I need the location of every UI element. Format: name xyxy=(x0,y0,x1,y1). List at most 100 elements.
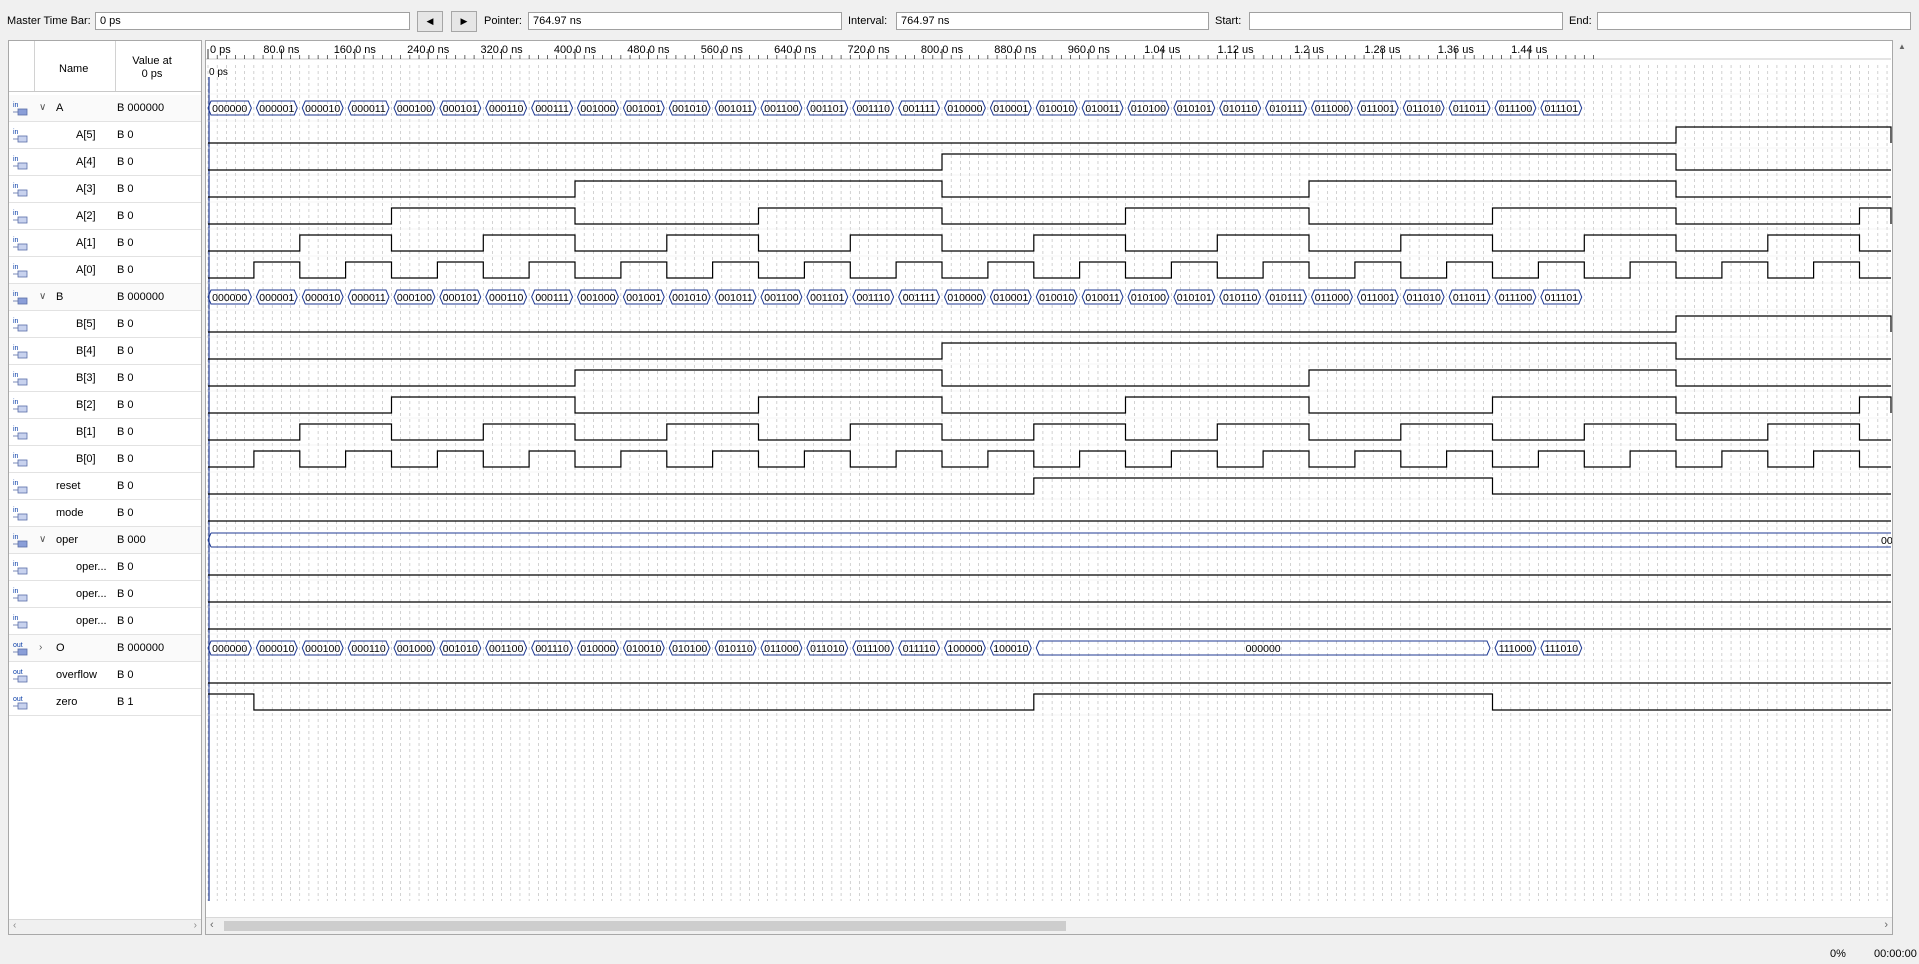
signal-row[interactable]: in B[1] B 0 xyxy=(9,419,201,446)
signal-name: B xyxy=(56,291,64,303)
input-pin-icon: in xyxy=(12,100,32,116)
signal-row[interactable]: in A[2] B 0 xyxy=(9,203,201,230)
name-column-header[interactable]: Name xyxy=(59,63,88,75)
signal-row[interactable]: out overflow B 0 xyxy=(9,662,201,689)
bus-B-value-label: 010100 xyxy=(1131,292,1166,304)
signal-name: B[5] xyxy=(76,318,96,330)
bus-O-value-label: 011000 xyxy=(764,643,798,655)
signal-row[interactable]: in A[4] B 0 xyxy=(9,149,201,176)
arrow-right-icon: ▶ xyxy=(460,16,468,26)
signal-row[interactable]: in B[2] B 0 xyxy=(9,392,201,419)
next-transition-button[interactable]: ▶ xyxy=(451,11,477,32)
collapse-icon[interactable]: ∨ xyxy=(39,291,46,302)
signal-row[interactable]: in B[5] B 0 xyxy=(9,311,201,338)
pointer-field[interactable]: 764.97 ns xyxy=(528,12,842,30)
signal-row[interactable]: in reset B 0 xyxy=(9,473,201,500)
signal-name: A[5] xyxy=(76,129,96,141)
scroll-up-icon[interactable]: ▲ xyxy=(1898,42,1906,51)
previous-transition-button[interactable]: ◀ xyxy=(417,11,443,32)
bus-A-value-label: 001100 xyxy=(764,103,798,115)
expand-icon[interactable]: › xyxy=(39,642,42,653)
scroll-right-icon[interactable]: › xyxy=(1884,919,1888,931)
collapse-icon[interactable]: ∨ xyxy=(39,102,46,113)
bus-A-value-label: 011010 xyxy=(1407,103,1441,115)
signal-value: B 000 xyxy=(117,534,146,546)
interval-field[interactable]: 764.97 ns xyxy=(896,12,1209,30)
signal-name: mode xyxy=(56,507,84,519)
waveform-canvas[interactable]: 0 ps 80.0 ns 160.0 ns 240.0 ns 320.0 ns 400.0… xyxy=(206,41,1892,917)
scrollbar-thumb[interactable] xyxy=(224,921,1066,931)
input-pin-icon: in xyxy=(12,559,32,575)
input-pin-icon: in xyxy=(12,397,32,413)
signal-row[interactable]: in B[4] B 0 xyxy=(9,338,201,365)
end-label: End: xyxy=(1569,15,1592,27)
bus-A-value-label: 001000 xyxy=(580,103,615,115)
signal-value: B 000000 xyxy=(117,291,165,303)
input-pin-icon: in xyxy=(12,343,32,359)
bus-B-value-label: 000011 xyxy=(351,292,385,304)
signal-value: B 0 xyxy=(117,453,134,465)
signal-row[interactable]: in A[1] B 0 xyxy=(9,230,201,257)
bus-B-value-label: 010011 xyxy=(1085,292,1119,304)
bus-O-value-label: 100000 xyxy=(947,643,982,655)
signal-row[interactable]: in ∨ oper B 000 xyxy=(9,527,201,554)
signal-name: A[3] xyxy=(76,183,96,195)
bus-O-value-label: 000000 xyxy=(212,643,247,655)
master-time-bar-field[interactable]: 0 ps xyxy=(95,12,410,30)
progress-percent: 0% xyxy=(1830,948,1846,960)
wave-B1 xyxy=(208,423,1891,441)
signal-row[interactable]: in mode B 0 xyxy=(9,500,201,527)
svg-text:in: in xyxy=(13,129,19,136)
signal-value: B 0 xyxy=(117,669,134,681)
scroll-left-icon[interactable]: ‹ xyxy=(210,919,214,931)
input-pin-icon: in xyxy=(12,532,32,548)
ruler-tick-label: 1.44 us xyxy=(1511,44,1548,56)
signal-row[interactable]: in A[3] B 0 xyxy=(9,176,201,203)
scroll-left-icon[interactable]: ‹ xyxy=(13,920,16,931)
svg-text:in: in xyxy=(13,345,19,352)
signal-row[interactable]: in ∨ B B 000000 xyxy=(9,284,201,311)
signal-list-scrollbar[interactable]: ‹ › xyxy=(9,919,201,934)
signal-value: B 0 xyxy=(117,588,134,600)
signal-row[interactable]: in oper... B 0 xyxy=(9,581,201,608)
waveform-panel[interactable]: 0 ps 80.0 ns 160.0 ns 240.0 ns 320.0 ns 400.0… xyxy=(205,40,1893,935)
signal-row[interactable]: in ∨ A B 000000 xyxy=(9,95,201,122)
collapse-icon[interactable]: ∨ xyxy=(39,534,46,545)
bus-O-value-label: 111010 xyxy=(1545,643,1579,655)
svg-text:in: in xyxy=(13,156,19,163)
signal-row[interactable]: out › O B 000000 xyxy=(9,635,201,662)
signal-value: B 0 xyxy=(117,480,134,492)
signal-row[interactable]: out zero B 1 xyxy=(9,689,201,716)
end-field[interactable] xyxy=(1597,12,1911,30)
input-pin-icon: in xyxy=(12,181,32,197)
bus-B-value-label: 011011 xyxy=(1453,292,1487,304)
ruler-tick-label: 1.2 us xyxy=(1294,44,1324,56)
signal-value: B 0 xyxy=(117,237,134,249)
signal-row[interactable]: in A[0] B 0 xyxy=(9,257,201,284)
ruler-tick-label: 1.28 us xyxy=(1364,44,1401,56)
signal-row[interactable]: in B[0] B 0 xyxy=(9,446,201,473)
waveform-horizontal-scrollbar[interactable]: ‹ › xyxy=(206,917,1892,934)
input-pin-icon: in xyxy=(12,424,32,440)
start-field[interactable] xyxy=(1249,12,1563,30)
scroll-right-icon[interactable]: › xyxy=(194,920,197,931)
waveform-vertical-scrollbar[interactable]: ▲ xyxy=(1895,40,1909,935)
input-pin-icon: in xyxy=(12,478,32,494)
bus-B-value-label: 010010 xyxy=(1039,292,1074,304)
signal-row[interactable]: in A[5] B 0 xyxy=(9,122,201,149)
signal-row[interactable]: in oper... B 0 xyxy=(9,554,201,581)
value-column-header[interactable]: Value at 0 ps xyxy=(117,55,187,81)
signal-name: B[3] xyxy=(76,372,96,384)
signal-row[interactable]: in oper... B 0 xyxy=(9,608,201,635)
wave-A0 xyxy=(208,261,1891,279)
signal-value: B 0 xyxy=(117,156,134,168)
signal-value: B 0 xyxy=(117,561,134,573)
bus-A-value-label: 001010 xyxy=(672,103,707,115)
signal-row[interactable]: in B[3] B 0 xyxy=(9,365,201,392)
wave-A5 xyxy=(208,126,1892,144)
signal-name: zero xyxy=(56,696,78,708)
ruler-tick-label: 320.0 ns xyxy=(480,44,523,56)
wave-B5 xyxy=(208,315,1892,333)
signal-name: B[4] xyxy=(76,345,96,357)
bus-O-value-label: 011110 xyxy=(903,643,936,655)
